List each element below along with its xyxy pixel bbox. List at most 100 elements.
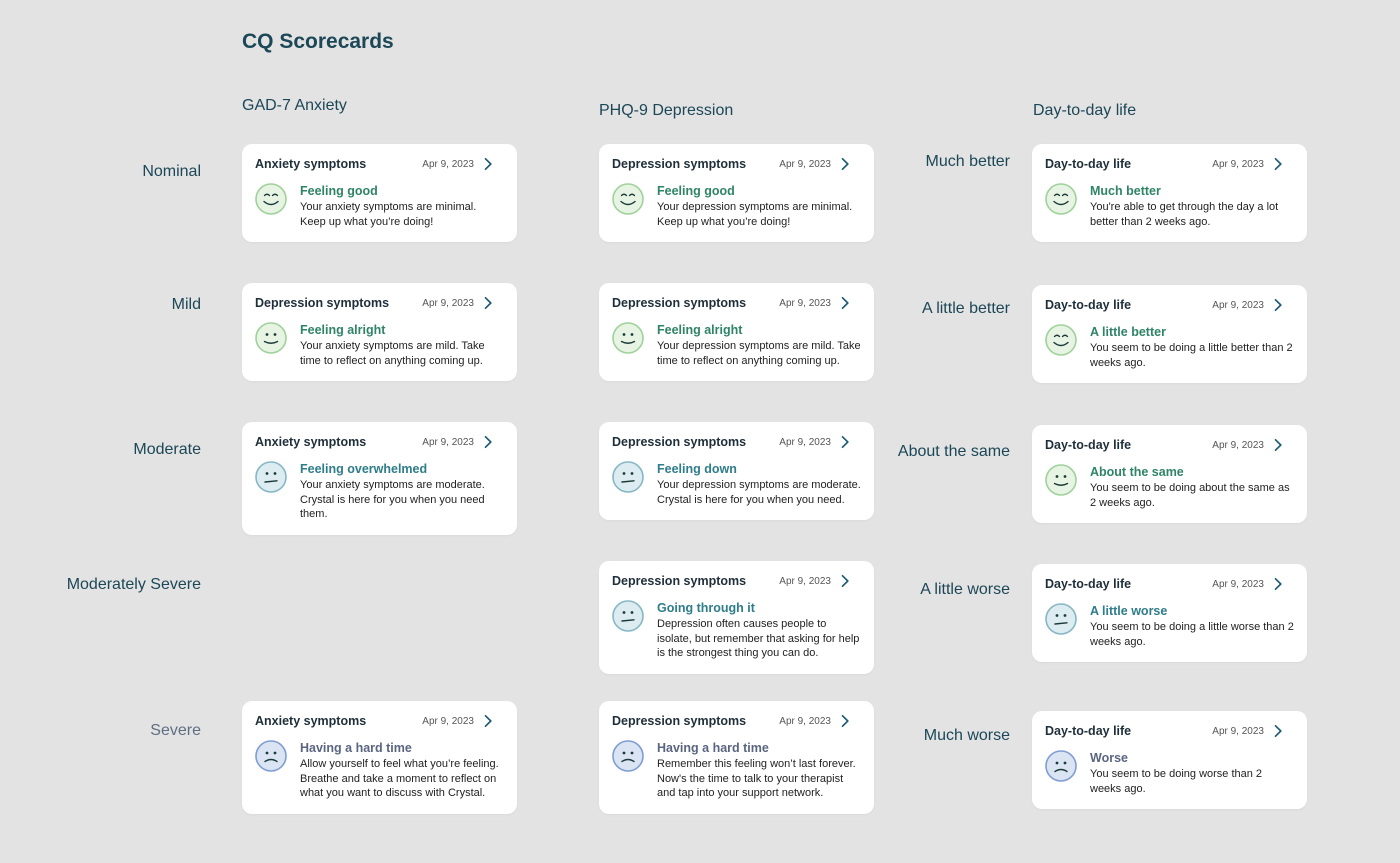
- smile-closed-eyes-icon: [612, 183, 644, 215]
- uneasy-face-icon: [1045, 603, 1077, 635]
- chevron-right-icon[interactable]: [838, 574, 852, 588]
- chevron-right-icon[interactable]: [1271, 298, 1285, 312]
- row-label-moderate: Moderate: [133, 441, 201, 458]
- card-title: Depression symptoms: [612, 714, 747, 728]
- card-body: Feeling overwhelmed Your anxiety symptoms…: [255, 461, 504, 522]
- card-title: Anxiety symptoms: [255, 714, 367, 728]
- card-description: You seem to be doing about the same as 2…: [1090, 482, 1290, 509]
- dtd-label-a-little-worse: A little worse: [920, 581, 1010, 598]
- scorecard-gad7-4[interactable]: Anxiety symptoms Apr 9, 2023 Having a hard…: [242, 701, 517, 814]
- card-body: About the same You seem to be doing about…: [1045, 464, 1294, 510]
- card-status: Feeling overwhelmed: [300, 462, 428, 476]
- card-date: Apr 9, 2023: [779, 716, 831, 727]
- card-header: Anxiety symptoms Apr 9, 2023: [255, 713, 504, 729]
- chevron-right-icon[interactable]: [838, 714, 852, 728]
- scorecard-dtd-4[interactable]: Day-to-day life Apr 9, 2023 A little worse…: [1032, 564, 1307, 662]
- card-description: Depression often causes people to isolat…: [657, 618, 860, 659]
- scorecard-dtd-2[interactable]: Day-to-day life Apr 9, 2023 A little bette…: [1032, 285, 1307, 383]
- scorecard-phq9-3[interactable]: Depression symptoms Apr 9, 2023 Feeling do…: [599, 422, 874, 520]
- chevron-right-icon[interactable]: [481, 435, 495, 449]
- scorecard-dtd-5[interactable]: Day-to-day life Apr 9, 2023 Worse You seem …: [1032, 711, 1307, 809]
- scorecard-dtd-3[interactable]: Day-to-day life Apr 9, 2023 About the same…: [1032, 425, 1307, 523]
- scorecard-phq9-4[interactable]: Depression symptoms Apr 9, 2023 Going thro…: [599, 561, 874, 674]
- card-body: Worse You seem to be doing worse than 2 w…: [1045, 750, 1294, 796]
- smile-closed-eyes-icon: [1045, 183, 1077, 215]
- chevron-right-icon[interactable]: [838, 157, 852, 171]
- chevron-right-icon[interactable]: [1271, 724, 1285, 738]
- scorecard-gad7-3[interactable]: Anxiety symptoms Apr 9, 2023 Feeling overw…: [242, 422, 517, 535]
- card-body: Feeling good Your anxiety symptoms are mi…: [255, 183, 504, 229]
- uneasy-face-icon: [255, 461, 287, 493]
- card-title: Depression symptoms: [255, 296, 390, 310]
- chevron-right-icon[interactable]: [1271, 577, 1285, 591]
- card-date: Apr 9, 2023: [422, 437, 474, 448]
- card-description: Allow yourself to feel what you’re feeli…: [300, 758, 499, 799]
- card-title: Anxiety symptoms: [255, 435, 367, 449]
- card-description: You're able to get through the day a lot…: [1090, 201, 1279, 228]
- card-header: Day-to-day life Apr 9, 2023: [1045, 297, 1294, 313]
- card-date: Apr 9, 2023: [1212, 579, 1264, 590]
- smile-closed-eyes-icon: [1045, 324, 1077, 356]
- chevron-right-icon[interactable]: [1271, 157, 1285, 171]
- scorecard-phq9-1[interactable]: Depression symptoms Apr 9, 2023 Feeling go…: [599, 144, 874, 242]
- slight-smile-icon: [1045, 464, 1077, 496]
- scorecard-gad7-1[interactable]: Anxiety symptoms Apr 9, 2023 Feeling good Y…: [242, 144, 517, 242]
- card-date: Apr 9, 2023: [422, 159, 474, 170]
- card-body: Having a hard time Allow yourself to feel…: [255, 740, 504, 801]
- card-status: A little better: [1090, 325, 1166, 339]
- chevron-right-icon[interactable]: [838, 435, 852, 449]
- card-status: Having a hard time: [300, 741, 412, 755]
- card-body: Much better You're able to get through th…: [1045, 183, 1294, 229]
- chevron-right-icon[interactable]: [481, 714, 495, 728]
- chevron-right-icon[interactable]: [838, 296, 852, 310]
- card-header: Day-to-day life Apr 9, 2023: [1045, 437, 1294, 453]
- card-status: Having a hard time: [657, 741, 769, 755]
- dtd-label-about-the-same: About the same: [897, 443, 1010, 460]
- row-label-severe: Severe: [150, 722, 201, 739]
- card-date: Apr 9, 2023: [779, 159, 831, 170]
- sad-face-icon: [255, 740, 287, 772]
- scorecard-phq9-2[interactable]: Depression symptoms Apr 9, 2023 Feeling al…: [599, 283, 874, 381]
- card-body: Having a hard time Remember this feeling …: [612, 740, 861, 801]
- card-date: Apr 9, 2023: [422, 298, 474, 309]
- card-status: Much better: [1090, 184, 1161, 198]
- row-label-nominal: Nominal: [142, 163, 201, 180]
- card-header: Depression symptoms Apr 9, 2023: [612, 573, 861, 589]
- card-title: Depression symptoms: [612, 157, 747, 171]
- uneasy-face-icon: [612, 600, 644, 632]
- card-header: Depression symptoms Apr 9, 2023: [612, 434, 861, 450]
- card-date: Apr 9, 2023: [1212, 440, 1264, 451]
- card-status: Feeling alright: [657, 323, 743, 337]
- card-description: Your depression symptoms are mild. Take …: [657, 340, 861, 367]
- slight-smile-icon: [612, 322, 644, 354]
- card-body: Feeling down Your depression symptoms are…: [612, 461, 861, 507]
- scorecard-dtd-1[interactable]: Day-to-day life Apr 9, 2023 Much better You…: [1032, 144, 1307, 242]
- chevron-right-icon[interactable]: [481, 157, 495, 171]
- column-title-gad7: GAD-7 Anxiety: [242, 97, 347, 114]
- slight-smile-icon: [255, 322, 287, 354]
- dtd-label-a-little-better: A little better: [921, 300, 1010, 317]
- card-title: Depression symptoms: [612, 296, 747, 310]
- card-date: Apr 9, 2023: [779, 437, 831, 448]
- card-description: You seem to be doing worse than 2 weeks …: [1090, 768, 1263, 795]
- card-date: Apr 9, 2023: [1212, 300, 1264, 311]
- chevron-right-icon[interactable]: [481, 296, 495, 310]
- card-status: About the same: [1090, 465, 1184, 479]
- scorecard-gad7-2[interactable]: Depression symptoms Apr 9, 2023 Feeling al…: [242, 283, 517, 381]
- column-title-day-to-day: Day-to-day life: [1033, 102, 1137, 119]
- row-label-mild: Mild: [171, 296, 201, 313]
- card-body: Feeling alright Your anxiety symptoms are…: [255, 322, 504, 368]
- card-date: Apr 9, 2023: [1212, 726, 1264, 737]
- card-date: Apr 9, 2023: [1212, 159, 1264, 170]
- card-description: Your anxiety symptoms are moderate. Crys…: [300, 479, 485, 520]
- card-title: Day-to-day life: [1045, 577, 1132, 591]
- scorecard-phq9-5[interactable]: Depression symptoms Apr 9, 2023 Having a h…: [599, 701, 874, 814]
- chevron-right-icon[interactable]: [1271, 438, 1285, 452]
- card-header: Depression symptoms Apr 9, 2023: [255, 295, 504, 311]
- card-description: You seem to be doing a little better tha…: [1090, 342, 1293, 369]
- card-status: A little worse: [1090, 604, 1168, 618]
- card-status: Worse: [1090, 751, 1128, 765]
- card-header: Day-to-day life Apr 9, 2023: [1045, 723, 1294, 739]
- dtd-label-much-better: Much better: [925, 153, 1010, 170]
- card-date: Apr 9, 2023: [779, 576, 831, 587]
